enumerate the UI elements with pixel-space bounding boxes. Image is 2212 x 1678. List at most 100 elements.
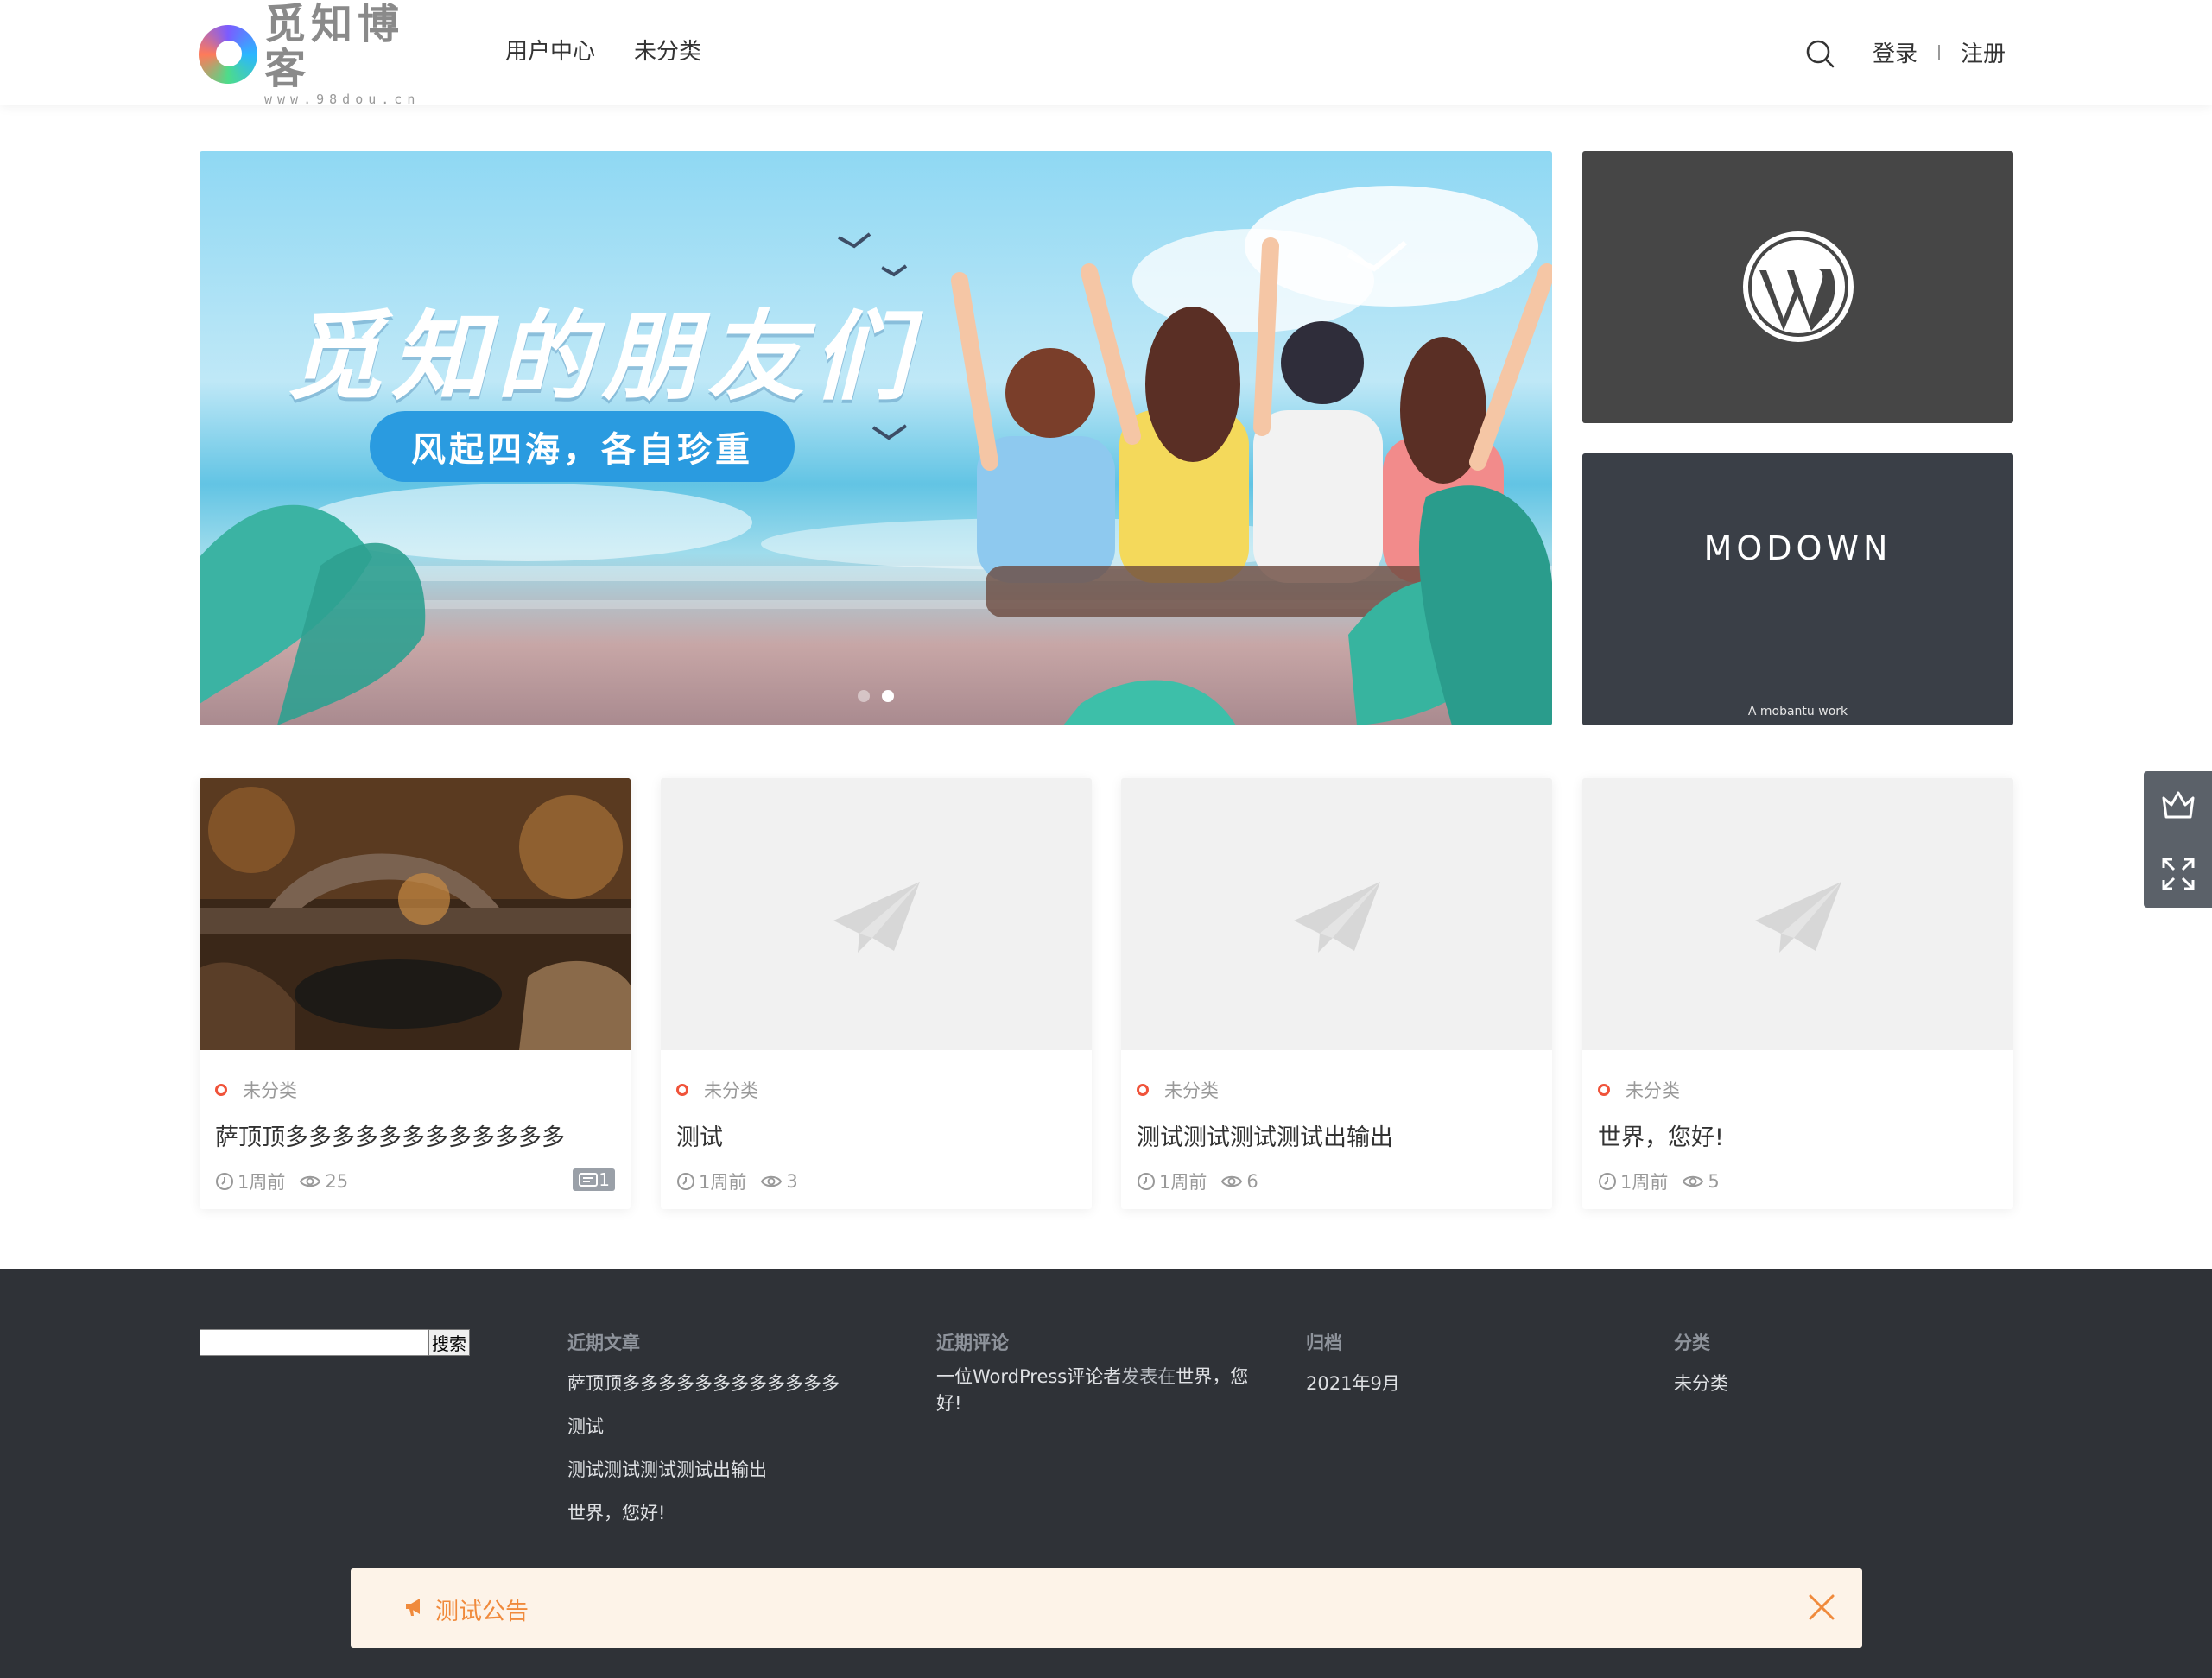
categories-heading: 分类 bbox=[1674, 1333, 1710, 1353]
post-card[interactable]: 未分类 世界，您好! 1周前 5 bbox=[1582, 778, 2013, 1209]
post-views: 5 bbox=[1682, 1171, 1720, 1192]
category-link[interactable]: 未分类 bbox=[1674, 1371, 2002, 1396]
post-card[interactable]: 未分类 萨顶顶多多多多多多多多多多多多 1周前 25 1 bbox=[200, 778, 631, 1209]
eye-icon bbox=[300, 1175, 321, 1187]
post-title[interactable]: 萨顶顶多多多多多多多多多多多多 bbox=[215, 1118, 565, 1152]
archive-link[interactable]: 2021年9月 bbox=[1306, 1371, 1634, 1396]
footer-search-button[interactable]: 搜索 bbox=[428, 1329, 470, 1356]
fullscreen-button[interactable] bbox=[2144, 839, 2212, 908]
post-card[interactable]: 未分类 测试 1周前 3 bbox=[661, 778, 1092, 1209]
post-views: 25 bbox=[299, 1171, 348, 1192]
post-comments-badge[interactable]: 1 bbox=[573, 1168, 615, 1191]
recent-posts-heading: 近期文章 bbox=[567, 1333, 640, 1353]
post-comments-count: 1 bbox=[599, 1169, 610, 1190]
comment-icon bbox=[579, 1173, 599, 1187]
post-image bbox=[200, 778, 631, 1050]
post-meta: 1周前 6 bbox=[1137, 1168, 1272, 1194]
post-time-label: 1周前 bbox=[699, 1172, 747, 1193]
archives-heading: 归档 bbox=[1306, 1333, 1342, 1353]
register-link[interactable]: 注册 bbox=[1961, 36, 2006, 68]
post-thumbnail-placeholder[interactable] bbox=[1582, 778, 2013, 1050]
footer-recent-posts: 近期文章 萨顶顶多多多多多多多多多多多多 测试 测试测试测试测试出输出 世界，您… bbox=[567, 1329, 896, 1543]
post-meta: 1周前 5 bbox=[1598, 1168, 1733, 1194]
notice-bar: 测试公告 bbox=[351, 1568, 1862, 1648]
post-meta: 1周前 25 bbox=[215, 1168, 362, 1194]
post-category-label: 未分类 bbox=[1626, 1080, 1680, 1101]
post-time-label: 1周前 bbox=[1159, 1172, 1207, 1193]
footer-recent-comments: 近期评论 一位WordPress评论者发表在世界，您好! bbox=[936, 1329, 1264, 1417]
modown-subtitle: A mobantu work bbox=[1747, 705, 1848, 719]
post-time-label: 1周前 bbox=[1620, 1172, 1669, 1193]
post-time: 1周前 bbox=[676, 1168, 746, 1194]
footer-categories: 分类 未分类 bbox=[1674, 1329, 2002, 1414]
category-dot-icon bbox=[676, 1084, 688, 1096]
recent-post-link[interactable]: 世界，您好! bbox=[567, 1500, 896, 1526]
post-category-label: 未分类 bbox=[1164, 1080, 1219, 1101]
post-time: 1周前 bbox=[1137, 1168, 1207, 1194]
eye-icon bbox=[1683, 1175, 1704, 1187]
crown-icon bbox=[2162, 791, 2194, 819]
side-card-modown[interactable]: MODOWN A mobantu work bbox=[1582, 453, 2013, 725]
post-category[interactable]: 未分类 bbox=[1137, 1077, 1219, 1103]
footer-search-form: 搜索 bbox=[200, 1329, 470, 1356]
recent-post-link[interactable]: 测试 bbox=[567, 1414, 896, 1440]
clock-icon bbox=[216, 1173, 233, 1190]
post-time-label: 1周前 bbox=[238, 1172, 286, 1193]
paper-plane-icon bbox=[833, 882, 920, 953]
auth-links: 登录 注册 bbox=[1873, 36, 2006, 68]
login-link[interactable]: 登录 bbox=[1873, 36, 1917, 68]
recent-post-link[interactable]: 萨顶顶多多多多多多多多多多多多 bbox=[567, 1371, 896, 1396]
post-meta: 1周前 3 bbox=[676, 1168, 812, 1194]
post-thumbnail-placeholder[interactable] bbox=[1121, 778, 1552, 1050]
hero-title: 觅知的朋友们 bbox=[286, 301, 918, 414]
recent-post-link[interactable]: 测试测试测试测试出输出 bbox=[567, 1457, 896, 1483]
post-views: 6 bbox=[1220, 1171, 1258, 1192]
post-title[interactable]: 测试 bbox=[676, 1118, 723, 1152]
footer-archives: 归档 2021年9月 bbox=[1306, 1329, 1634, 1414]
post-views: 3 bbox=[760, 1171, 798, 1192]
slider-dot-2[interactable] bbox=[882, 690, 894, 702]
comment-on-text: 发表在 bbox=[1121, 1366, 1176, 1387]
post-title[interactable]: 测试测试测试测试出输出 bbox=[1137, 1118, 1393, 1152]
logo-title: 觅知博客 bbox=[264, 0, 405, 93]
post-thumbnail[interactable] bbox=[200, 778, 631, 1050]
close-icon[interactable] bbox=[1807, 1593, 1836, 1622]
post-title[interactable]: 世界，您好! bbox=[1598, 1118, 1724, 1152]
eye-icon bbox=[761, 1175, 783, 1187]
clock-icon bbox=[677, 1173, 694, 1190]
post-category[interactable]: 未分类 bbox=[215, 1077, 297, 1103]
post-category[interactable]: 未分类 bbox=[1598, 1077, 1680, 1103]
post-card[interactable]: 未分类 测试测试测试测试出输出 1周前 6 bbox=[1121, 778, 1552, 1209]
fullscreen-icon bbox=[2162, 858, 2194, 890]
search-icon[interactable] bbox=[1805, 39, 1835, 68]
paper-plane-icon bbox=[1755, 882, 1841, 953]
post-thumbnail-placeholder[interactable] bbox=[661, 778, 1092, 1050]
post-views-count: 25 bbox=[325, 1171, 349, 1192]
vip-button[interactable] bbox=[2144, 771, 2212, 839]
side-card-wordpress[interactable] bbox=[1582, 151, 2013, 423]
post-time: 1周前 bbox=[1598, 1168, 1668, 1194]
slider-dot-1[interactable] bbox=[858, 690, 870, 702]
recent-comments-heading: 近期评论 bbox=[936, 1333, 1009, 1353]
notice-text[interactable]: 测试公告 bbox=[435, 1593, 529, 1626]
nav-item-uncategorized[interactable]: 未分类 bbox=[634, 35, 701, 69]
floating-toolbar bbox=[2144, 771, 2212, 908]
modown-title: MODOWN bbox=[1703, 529, 1892, 567]
hero-slider[interactable]: 觅知的朋友们 风起四海，各自珍重 bbox=[200, 151, 1552, 725]
post-views-count: 6 bbox=[1246, 1171, 1258, 1192]
footer-search-input[interactable] bbox=[200, 1329, 428, 1356]
logo-mark-icon bbox=[199, 25, 257, 84]
post-views-count: 3 bbox=[786, 1171, 798, 1192]
main-nav: 用户中心 未分类 bbox=[505, 35, 701, 69]
post-category[interactable]: 未分类 bbox=[676, 1077, 758, 1103]
site-logo[interactable]: 觅知博客 www.98dou.cn bbox=[199, 2, 449, 107]
category-dot-icon bbox=[1598, 1084, 1610, 1096]
category-dot-icon bbox=[1137, 1084, 1149, 1096]
nav-item-user-center[interactable]: 用户中心 bbox=[505, 35, 595, 69]
logo-subtitle: www.98dou.cn bbox=[264, 92, 421, 107]
category-dot-icon bbox=[215, 1084, 227, 1096]
auth-divider bbox=[1938, 44, 1941, 60]
megaphone-icon bbox=[406, 1599, 420, 1616]
comment-author-link[interactable]: 一位WordPress评论者 bbox=[936, 1366, 1121, 1387]
wordpress-logo-icon bbox=[1743, 231, 1854, 342]
